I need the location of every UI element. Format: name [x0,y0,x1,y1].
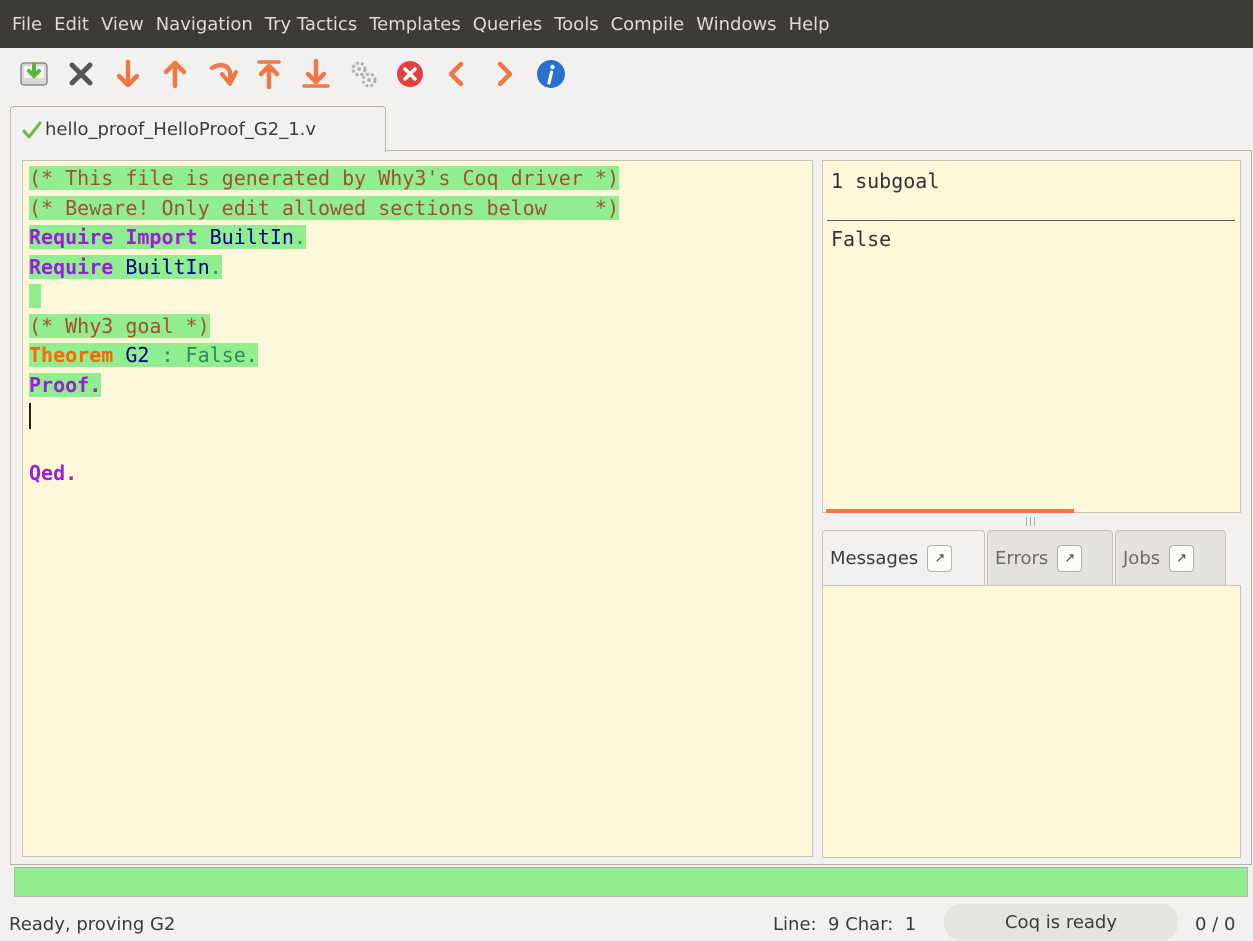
close-button[interactable] [63,56,99,92]
tab-messages-label: Messages [830,548,919,569]
identifier: BuiltIn [209,225,294,249]
arrow-up-icon [163,60,187,89]
code-line [29,282,812,312]
menu-file[interactable]: File [6,14,48,35]
gears-icon [351,61,377,88]
punctuation: . [209,254,222,279]
tab-jobs[interactable]: Jobs ↗ [1115,530,1226,586]
menu-queries[interactable]: Queries [467,14,549,35]
code-line: Require Import BuiltIn. [29,223,812,253]
theorem-keyword: Theorem [29,343,114,367]
code-line: (* Why3 goal *) [29,312,812,342]
comment-text: (* This file is generated by Why3's Coq … [29,166,620,190]
fully-automatic-button[interactable] [345,56,381,92]
text-cursor [29,402,31,429]
chevron-left-icon [448,61,464,87]
menu-navigation[interactable]: Navigation [150,14,259,35]
code-line: Proof. [29,371,812,401]
code-line: Qed. [29,459,812,489]
detach-errors-button[interactable]: ↗ [1057,545,1083,572]
interrupt-button[interactable] [392,56,428,92]
close-icon [69,62,93,86]
keyword: Import [125,225,198,249]
pane-resize-handle[interactable]: ||| [1025,517,1037,527]
arrow-down-icon [116,59,140,88]
menu-try-tactics[interactable]: Try Tactics [259,14,363,35]
check-icon [22,121,42,138]
info-icon [537,60,565,88]
menu-help[interactable]: Help [783,14,836,35]
menu-windows[interactable]: Windows [690,14,782,35]
code-line: (* Beware! Only edit allowed sections be… [29,194,812,224]
toolbar [0,48,1253,100]
detach-jobs-button[interactable]: ↗ [1169,545,1195,572]
backward-one-button[interactable] [157,56,193,92]
about-button[interactable] [533,56,569,92]
status-bar: Ready, proving G2 Line: 9 Char: 1 Coq is… [0,900,1253,941]
menu-view[interactable]: View [95,14,150,35]
restart-button[interactable] [251,56,287,92]
code-line: Theorem G2 : False. [29,341,812,371]
detach-messages-button[interactable]: ↗ [927,545,953,572]
tab-jobs-label: Jobs [1123,548,1161,569]
menu-bar: File Edit View Navigation Try Tactics Te… [0,0,1253,48]
identifier: G2 [125,343,150,367]
goal-conclusion: False [831,227,892,251]
goal-pane[interactable]: 1 subgoal False [822,160,1241,513]
chevron-right-icon [497,61,513,87]
code-line: (* This file is generated by Why3's Coq … [29,164,812,194]
goal-pane-indicator [826,509,1074,513]
code-line [29,400,812,430]
script-editor[interactable]: (* This file is generated by Why3's Coq … [22,160,813,857]
tab-errors[interactable]: Errors ↗ [987,530,1113,586]
next-occurrence-button[interactable] [486,56,522,92]
comment-text: (* Why3 goal *) [29,313,210,338]
menu-edit[interactable]: Edit [48,14,95,35]
coq-status-indicator: Coq is ready [944,904,1178,940]
code-line: Require BuiltIn. [29,253,812,283]
menu-compile[interactable]: Compile [605,14,691,35]
statement-text: : False. [149,343,258,367]
comment-text: (* Beware! Only edit allowed sections be… [29,195,620,220]
tab-script-file[interactable]: hello_proof_HelloProof_G2_1.v [10,106,386,152]
punctuation: . [293,225,306,249]
keyword: Proof. [29,372,102,397]
arrow-to-top-icon [257,60,281,90]
menu-tools[interactable]: Tools [548,14,604,35]
identifier: BuiltIn [125,254,210,279]
end-button[interactable] [298,56,334,92]
save-icon [20,62,48,86]
tab-filename: hello_proof_HelloProof_G2_1.v [45,119,317,140]
subgoal-count: 1 subgoal [831,169,940,193]
proof-counter: 0 / 0 [1195,914,1236,935]
tab-messages[interactable]: Messages ↗ [822,530,985,586]
keyword: Require [29,225,114,249]
menu-templates[interactable]: Templates [363,14,467,35]
previous-occurrence-button[interactable] [439,56,475,92]
cursor-position: Line: 9 Char: 1 [773,914,917,935]
keyword: Qed. [29,461,78,485]
messages-view[interactable] [822,585,1241,858]
processing-progress-bar [14,867,1248,897]
save-button[interactable] [16,56,52,92]
stop-icon [397,61,423,87]
arrow-to-bottom-icon [302,58,330,88]
status-message: Ready, proving G2 [9,914,176,935]
keyword: Require [29,254,114,279]
goal-separator [827,220,1235,221]
go-to-cursor-button[interactable] [204,56,240,92]
curved-arrow-icon [209,63,238,86]
tab-errors-label: Errors [995,548,1049,569]
forward-one-button[interactable] [110,56,146,92]
